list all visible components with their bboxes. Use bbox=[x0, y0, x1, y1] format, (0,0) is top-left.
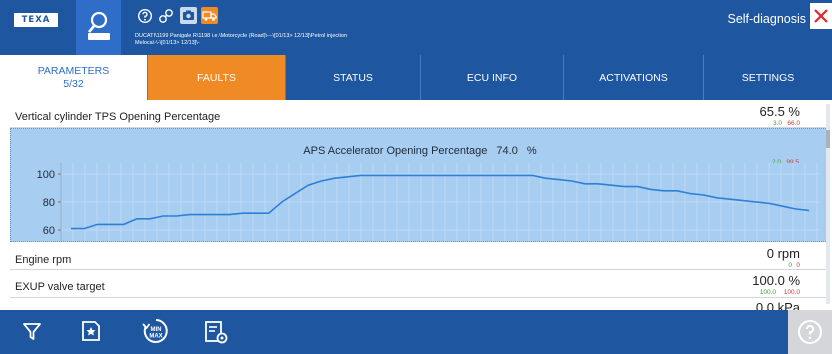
chart-y-tick-label: 60 bbox=[43, 225, 55, 237]
vehicle-path-line1: DUCATI\1199 Panigale R\1198 i.e.\Motorcy… bbox=[135, 33, 348, 39]
help-icon bbox=[798, 320, 822, 344]
chart-y-tick-label: 80 bbox=[43, 197, 55, 209]
parameter-line-chart: 100 80 60 bbox=[37, 163, 819, 241]
parameter-label: Vertical cylinder TPS Opening Percentage bbox=[15, 111, 221, 123]
parameter-value: 0.0 kPa bbox=[755, 300, 800, 310]
parameter-max: 66.0 bbox=[787, 120, 800, 127]
vehicle-search-icon bbox=[88, 11, 110, 40]
parameter-label: EXUP valve target bbox=[15, 281, 105, 293]
camera-icon bbox=[183, 10, 194, 20]
parameter-graph-row[interactable]: APS Accelerator Opening Percentage 74.0 … bbox=[10, 128, 828, 242]
link-icon[interactable] bbox=[158, 8, 174, 24]
parameter-max: 100.0 bbox=[783, 289, 800, 296]
parameter-row[interactable]: Vertical cylinder TPS Opening Percentage… bbox=[10, 100, 828, 128]
close-button[interactable] bbox=[810, 3, 832, 29]
parameter-min: 3.0 bbox=[772, 120, 782, 127]
parameter-list: Vertical cylinder TPS Opening Percentage… bbox=[10, 100, 828, 310]
parameter-min: 0 bbox=[788, 262, 792, 269]
help-circle-icon[interactable] bbox=[137, 8, 153, 24]
filter-icon[interactable] bbox=[22, 319, 42, 343]
parameter-row[interactable]: 0.0 kPa bbox=[10, 298, 828, 310]
parameter-row[interactable]: Engine rpm 0 rpm 0 0 bbox=[10, 242, 828, 270]
list-scrollbar-thumb[interactable] bbox=[826, 130, 830, 148]
min-label: MIN bbox=[151, 327, 162, 333]
parameter-value: 65.5 % bbox=[759, 104, 800, 119]
max-label: MAX bbox=[149, 334, 162, 340]
favorite-star-icon[interactable] bbox=[80, 319, 102, 343]
parameter-value: 0 rpm bbox=[766, 246, 800, 261]
parameter-value: 100.0 % bbox=[752, 273, 800, 288]
truck-icon bbox=[202, 11, 217, 21]
tab-status[interactable]: STATUS bbox=[286, 55, 421, 100]
parameter-max: 0 bbox=[796, 262, 800, 269]
tab-parameters-count: 5/32 bbox=[63, 77, 84, 90]
close-icon bbox=[814, 9, 828, 23]
tab-bar: PARAMETERS 5/32 FAULTS STATUS ECU INFO A… bbox=[0, 55, 832, 100]
truck-button[interactable] bbox=[201, 7, 218, 24]
min-max-icon[interactable]: MIN MAX bbox=[142, 317, 170, 345]
vehicle-path-line2: Meloca\-\-\[01/13> 12/13]\- bbox=[135, 40, 200, 46]
tab-faults[interactable]: FAULTS bbox=[148, 55, 286, 100]
tab-settings[interactable]: SETTINGS bbox=[704, 55, 832, 100]
tab-activations[interactable]: ACTIVATIONS bbox=[564, 55, 704, 100]
vehicle-selection-button[interactable] bbox=[76, 0, 121, 55]
section-title: Self-diagnosis bbox=[727, 12, 806, 26]
parameter-row[interactable]: EXUP valve target 100.0 % 100.0 100.0 bbox=[10, 270, 828, 298]
tab-ecu-info[interactable]: ECU INFO bbox=[421, 55, 564, 100]
parameter-settings-icon[interactable] bbox=[203, 319, 229, 345]
camera-button[interactable] bbox=[180, 7, 197, 24]
tab-parameters-label: PARAMETERS bbox=[37, 64, 110, 77]
header: TEXA DUCATI\1199 Panigale R\1198 i.e.\Mo… bbox=[0, 0, 832, 55]
tab-parameters[interactable]: PARAMETERS 5/32 bbox=[0, 55, 148, 100]
parameter-min: 100.0 bbox=[759, 289, 776, 296]
bottom-toolbar: MIN MAX bbox=[0, 310, 832, 354]
texa-logo: TEXA bbox=[14, 13, 58, 27]
chart-y-tick-label: 100 bbox=[37, 169, 55, 181]
parameter-label: Engine rpm bbox=[15, 254, 72, 266]
vehicle-path: DUCATI\1199 Panigale R\1198 i.e.\Motorcy… bbox=[135, 33, 535, 47]
help-button[interactable] bbox=[788, 310, 832, 354]
